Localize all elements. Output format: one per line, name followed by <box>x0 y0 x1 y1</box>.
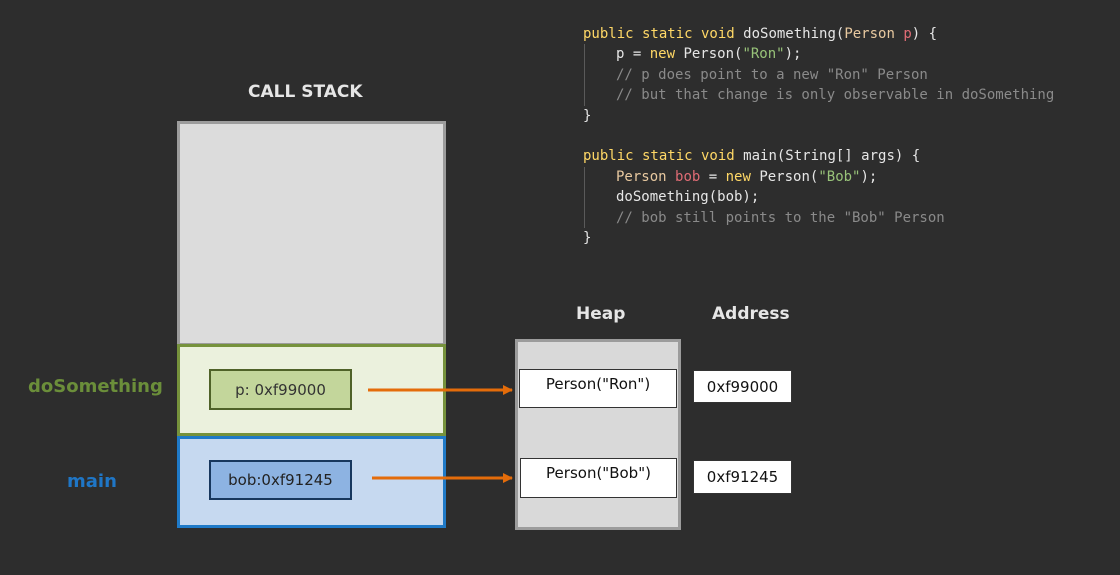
code-snippet: public static void doSomething(Person p)… <box>583 24 1054 248</box>
code-token: // bob still points to the "Bob" Person <box>616 209 945 226</box>
code-token: main(String[] args) { <box>743 148 921 165</box>
code-token: "Bob" <box>818 168 861 185</box>
code-token: p = <box>616 46 650 63</box>
code-line: // bob still points to the "Bob" Person <box>583 207 1054 228</box>
indent-guide <box>584 44 585 65</box>
code-token: ); <box>784 46 802 63</box>
code-token: doSomething( <box>743 26 845 42</box>
code-token: Person <box>616 168 676 185</box>
indent-guide <box>584 64 585 86</box>
code-token: "Ron" <box>742 46 785 63</box>
code-token: new <box>725 168 760 185</box>
code-token: bob <box>675 168 701 185</box>
code-token: new <box>649 46 684 63</box>
code-line: doSomething(bob); <box>583 187 1054 208</box>
code-token: doSomething(bob); <box>616 189 760 206</box>
indent-guide <box>584 187 585 208</box>
code-token: public static void <box>583 148 744 165</box>
code-token: = <box>700 168 726 185</box>
code-token: } <box>583 229 592 246</box>
code-line: // but that change is only observable in… <box>583 85 1055 106</box>
code-line: } <box>583 106 1054 126</box>
code-token: } <box>583 107 592 124</box>
code-token: Person <box>844 26 904 42</box>
code-token: p <box>903 26 912 42</box>
code-token: // p does point to a new "Ron" Person <box>616 66 928 83</box>
code-line: p = new Person("Ron"); <box>583 44 1054 65</box>
code-line: ​ <box>583 126 1054 146</box>
code-line: } <box>583 228 1054 248</box>
code-token: // but that change is only observable in… <box>616 87 1055 104</box>
indent-guide <box>584 207 585 228</box>
code-line: // p does point to a new "Ron" Person <box>583 64 1054 86</box>
code-line: public static void main(String[] args) { <box>583 146 1054 166</box>
code-line: Person bob = new Person("Bob"); <box>583 166 1054 188</box>
code-token: ); <box>860 168 878 185</box>
code-token: ) { <box>911 26 938 42</box>
code-token: Person( <box>683 46 743 63</box>
indent-guide <box>584 85 585 106</box>
code-token: public static void <box>583 26 744 42</box>
code-line: public static void doSomething(Person p)… <box>583 24 1054 44</box>
code-token: Person( <box>759 168 819 185</box>
indent-guide <box>584 166 585 188</box>
